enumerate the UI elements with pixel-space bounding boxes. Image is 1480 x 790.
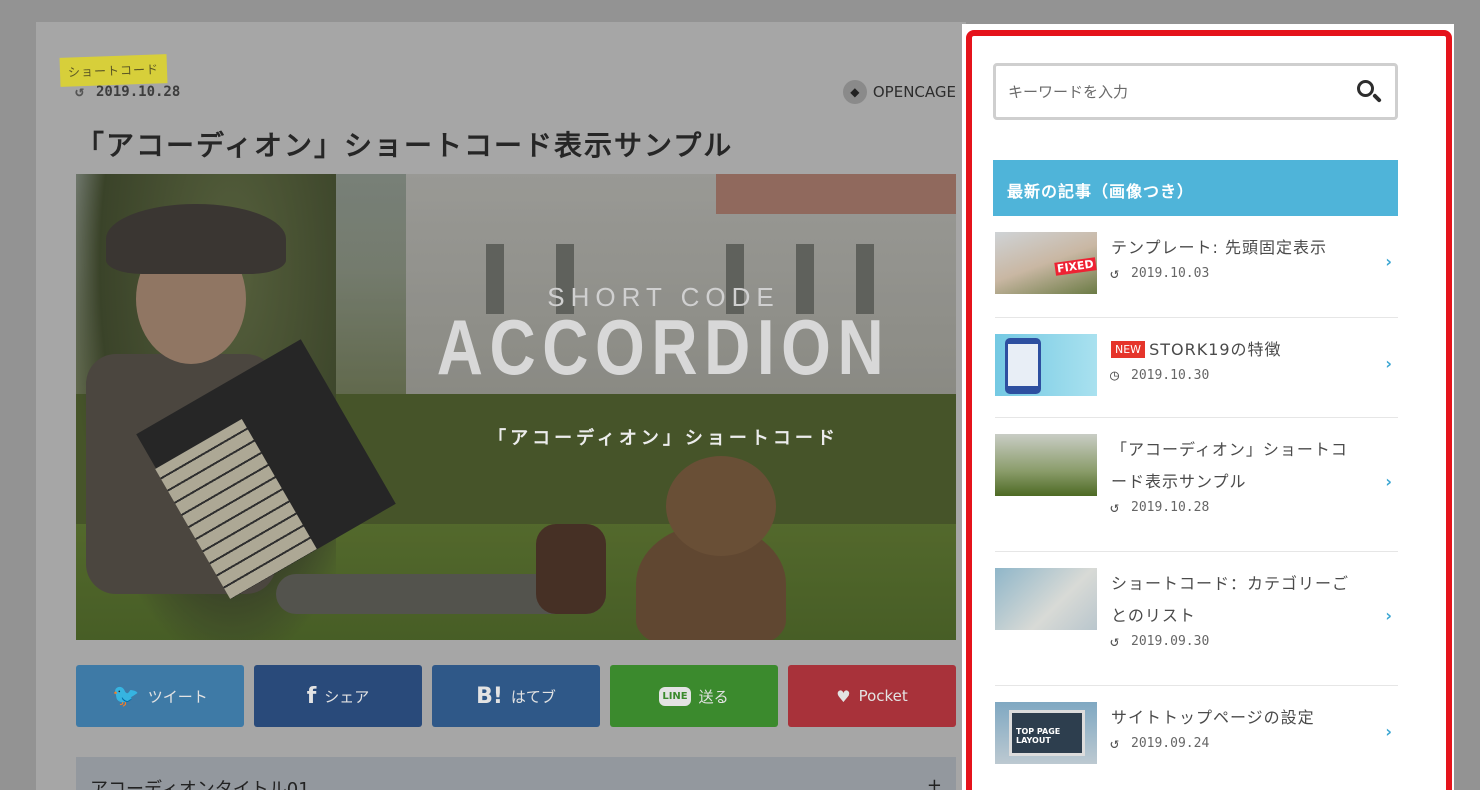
page-title: 「アコーディオン」ショートコード表示サンプル	[76, 129, 734, 162]
tweet-button[interactable]: 🐦 ツイート	[76, 665, 244, 727]
line-send-button[interactable]: LINE 送る	[610, 665, 778, 727]
article-card: ショートコード 2019.10.28 ◆ OPENCAGE 「アコーディオン」シ…	[36, 22, 966, 790]
accordion-title[interactable]: アコーディオンタイトル01 +	[76, 757, 956, 790]
hero-image: SHORT CODE ACCORDION 「アコーディオン」ショートコード	[76, 174, 956, 640]
accordion-title-text: アコーディオンタイトル01	[90, 779, 310, 790]
pocket-icon: ♥	[836, 686, 851, 706]
hatena-icon: B!	[476, 683, 503, 709]
highlight-frame	[966, 30, 1452, 790]
author-name: OPENCAGE	[872, 83, 956, 101]
twitter-icon: 🐦	[112, 683, 140, 709]
hero-caption: 「アコーディオン」ショートコード	[488, 428, 839, 449]
author-avatar-icon: ◆	[842, 80, 867, 104]
facebook-share-button[interactable]: f シェア	[254, 665, 422, 727]
article-author[interactable]: ◆ OPENCAGE	[842, 80, 956, 104]
accordion-plus-icon: +	[926, 775, 942, 790]
article-date-text: 2019.10.28	[96, 84, 181, 100]
refresh-icon	[75, 82, 90, 100]
hero-title: ACCORDION	[436, 303, 891, 391]
facebook-icon: f	[306, 683, 317, 709]
line-icon: LINE	[659, 686, 691, 706]
share-buttons: 🐦 ツイート f シェア B! はてブ LINE 送る ♥ Pocket	[76, 665, 956, 727]
hatena-bookmark-button[interactable]: B! はてブ	[432, 665, 600, 727]
pocket-button[interactable]: ♥ Pocket	[788, 665, 956, 727]
article-date: 2019.10.28	[75, 82, 181, 100]
